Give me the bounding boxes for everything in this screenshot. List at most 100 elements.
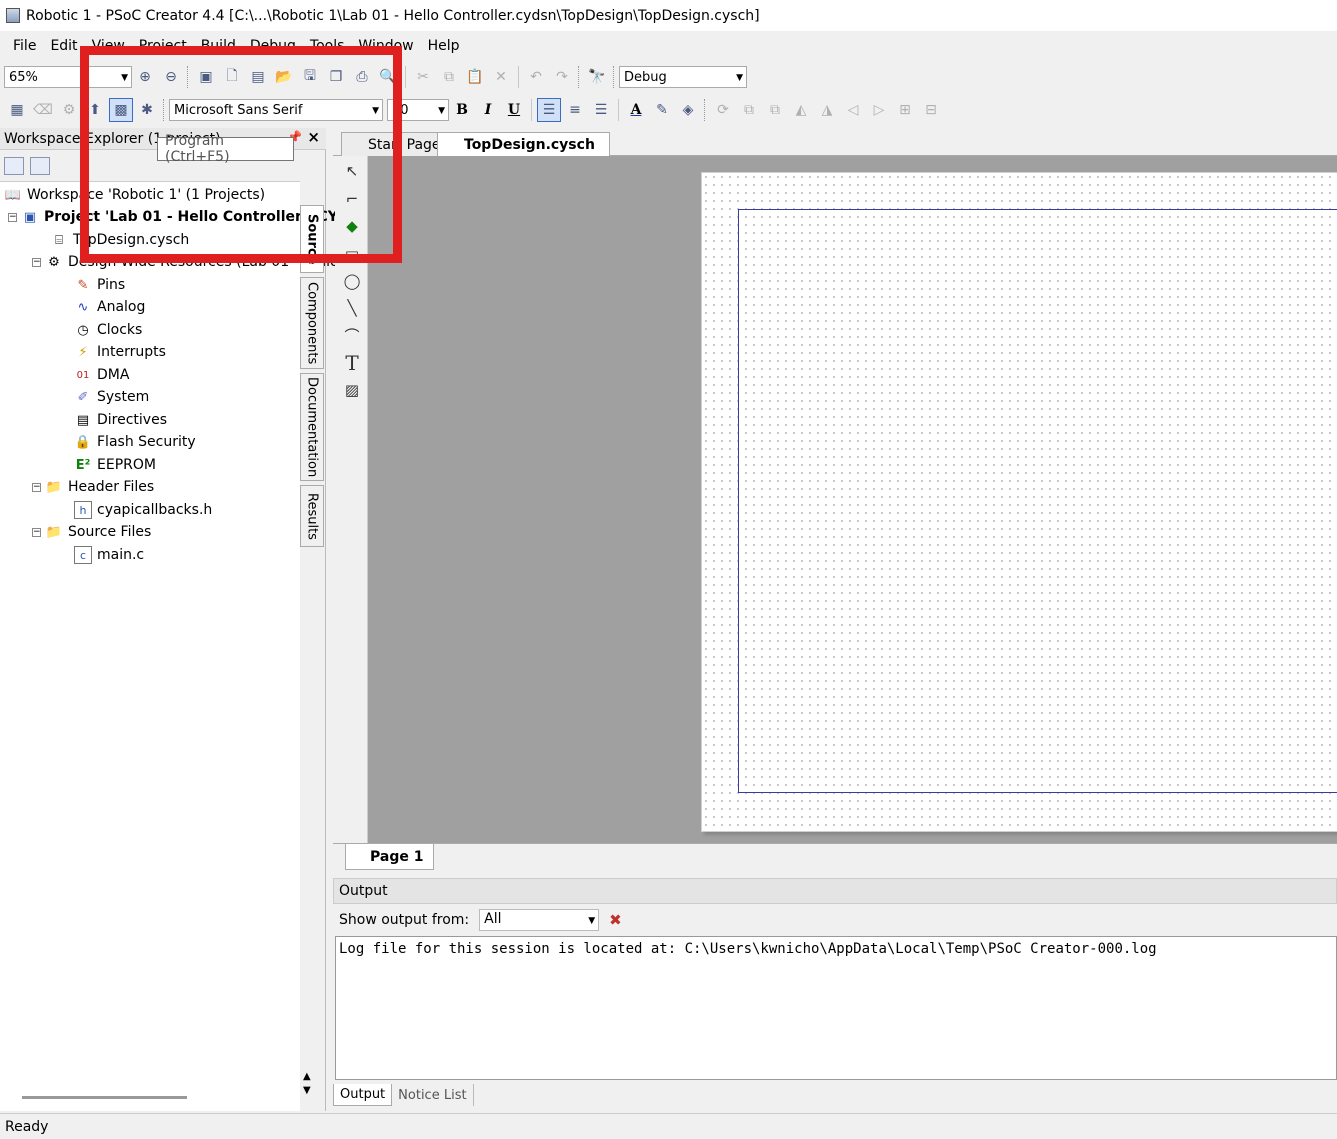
align-right-icon[interactable]: ☰ [589,98,613,122]
ungroup-icon[interactable]: ⊟ [919,98,943,122]
group-icon[interactable]: ⊞ [893,98,917,122]
tree-item-system[interactable]: ✐ System [74,386,150,408]
tree-item-eeprom[interactable]: E² EEPROM [74,454,156,476]
component-icon[interactable]: ◆ [341,215,363,237]
send-back-icon[interactable]: ⧉ [763,98,787,122]
tree-item-topdesign[interactable]: ⌸ TopDesign.cysch [50,229,189,251]
tree-item-analog[interactable]: ∿ Analog [74,296,146,318]
tab-documentation[interactable]: Documentation [300,373,324,481]
tab-results[interactable]: Results [300,485,324,547]
output-log[interactable]: Log file for this session is located at:… [335,936,1337,1080]
bold-button[interactable]: B [450,98,474,122]
distribute-icon[interactable]: ▷ [867,98,891,122]
collapse-all-icon[interactable] [30,157,50,175]
tree-item-directives[interactable]: ▤ Directives [74,409,167,431]
align-left-icon[interactable]: ☰ [537,98,561,122]
delete-icon[interactable]: ✕ [489,65,513,89]
menu-project[interactable]: Project [132,38,194,54]
menu-view[interactable]: View [85,38,132,54]
tab-topdesign[interactable]: TopDesign.cysch [437,132,610,156]
zoom-combo[interactable]: 65% ▼ [4,66,132,88]
menu-debug[interactable]: Debug [243,38,303,54]
print-preview-icon[interactable]: 🔍 [376,65,400,89]
close-icon[interactable]: × [307,128,320,146]
menu-file[interactable]: File [6,38,43,54]
tab-components[interactable]: Components [300,277,324,369]
zoom-out-icon[interactable]: ⊖ [159,65,183,89]
generate-icon[interactable]: ⚙ [57,98,81,122]
arc-icon[interactable]: ⌒ [341,324,363,346]
collapse-icon[interactable]: − [32,482,41,492]
tree-item-header-files[interactable]: − 📁 Header Files [32,476,154,498]
rectangle-icon[interactable]: ▭ [341,242,363,264]
underline-button[interactable]: U [502,98,526,122]
italic-button[interactable]: I [476,98,500,122]
tab-output[interactable]: Output [333,1084,393,1106]
print-icon[interactable]: ⎙ [350,65,374,89]
tree-item-dma[interactable]: 01 DMA [74,364,130,386]
collapse-icon[interactable]: − [32,257,41,267]
new-project-icon[interactable]: ▣ [194,65,218,89]
ellipse-icon[interactable]: ◯ [341,270,363,292]
text-color-button[interactable]: A [624,98,648,122]
zoom-in-icon[interactable]: ⊕ [133,65,157,89]
image-icon[interactable]: ▨ [341,379,363,401]
properties-icon[interactable] [4,157,24,175]
debug-icon[interactable]: ✱ [135,98,159,122]
font-combo[interactable]: Microsoft Sans Serif ▼ [169,99,383,121]
menu-tools[interactable]: Tools [303,38,352,54]
clean-icon[interactable]: ⌫ [31,98,55,122]
tab-source[interactable]: Source [300,205,324,273]
collapse-icon[interactable]: − [32,527,41,537]
scroll-arrows[interactable]: ▲ ▼ [303,1070,311,1098]
text-icon[interactable]: T [341,351,363,375]
menu-build[interactable]: Build [194,38,243,54]
program-icon[interactable]: ▩ [109,98,133,122]
tree-item-cyapicallbacks[interactable]: h cyapicallbacks.h [74,499,212,521]
redo-icon[interactable]: ↷ [550,65,574,89]
save-all-icon[interactable]: ❐ [324,65,348,89]
clear-output-icon[interactable]: ✖ [609,911,622,929]
fill-color-icon[interactable]: ◈ [676,98,700,122]
paste-icon[interactable]: 📋 [463,65,487,89]
tree-item-interrupts[interactable]: ⚡ Interrupts [74,341,166,363]
tab-page-1[interactable]: Page 1 [345,844,435,870]
tree-item-workspace[interactable]: 📖 Workspace 'Robotic 1' (1 Projects) [4,184,265,206]
flip-vertical-icon[interactable]: ◮ [815,98,839,122]
horizontal-scrollbar[interactable] [22,1096,187,1099]
align-objects-icon[interactable]: ◁ [841,98,865,122]
build-config-combo[interactable]: Debug ▼ [619,66,747,88]
tree-item-clocks[interactable]: ◷ Clocks [74,319,142,341]
toolbar-grip [613,66,616,88]
line-icon[interactable]: ╲ [341,297,363,319]
rotate-icon[interactable]: ⟳ [711,98,735,122]
wire-icon[interactable]: ⌐ [341,188,363,210]
pointer-icon[interactable]: ↖ [341,160,363,182]
menu-edit[interactable]: Edit [43,38,84,54]
menu-window[interactable]: Window [351,38,420,54]
device-selector-icon[interactable]: ▦ [5,98,29,122]
tree-item-source-files[interactable]: − 📁 Source Files [32,521,151,543]
flip-horizontal-icon[interactable]: ◭ [789,98,813,122]
find-icon[interactable]: 🔭 [585,65,609,89]
undo-icon[interactable]: ↶ [524,65,548,89]
new-file-icon[interactable]: 🗋 [220,65,244,89]
copy-icon[interactable]: ⧉ [437,65,461,89]
align-center-icon[interactable]: ≡ [563,98,587,122]
menu-help[interactable]: Help [421,38,467,54]
build-icon[interactable]: ⬆ [83,98,107,122]
output-source-combo[interactable]: All ▼ [479,909,600,931]
tree-item-main-c[interactable]: c main.c [74,544,144,566]
open-icon[interactable]: 📂 [272,65,296,89]
tree-item-flash-security[interactable]: 🔒 Flash Security [74,431,196,453]
save-icon[interactable]: 🖫 [298,65,322,89]
font-size-combo[interactable]: 10 ▼ [387,99,449,121]
bring-front-icon[interactable]: ⧉ [737,98,761,122]
add-item-icon[interactable]: ▤ [246,65,270,89]
cut-icon[interactable]: ✂ [411,65,435,89]
tab-notice-list[interactable]: Notice List [392,1084,474,1106]
schematic-sheet[interactable] [701,172,1337,832]
line-color-icon[interactable]: ✎ [650,98,674,122]
collapse-icon[interactable]: − [8,212,17,222]
tree-item-pins[interactable]: ✎ Pins [74,274,126,296]
